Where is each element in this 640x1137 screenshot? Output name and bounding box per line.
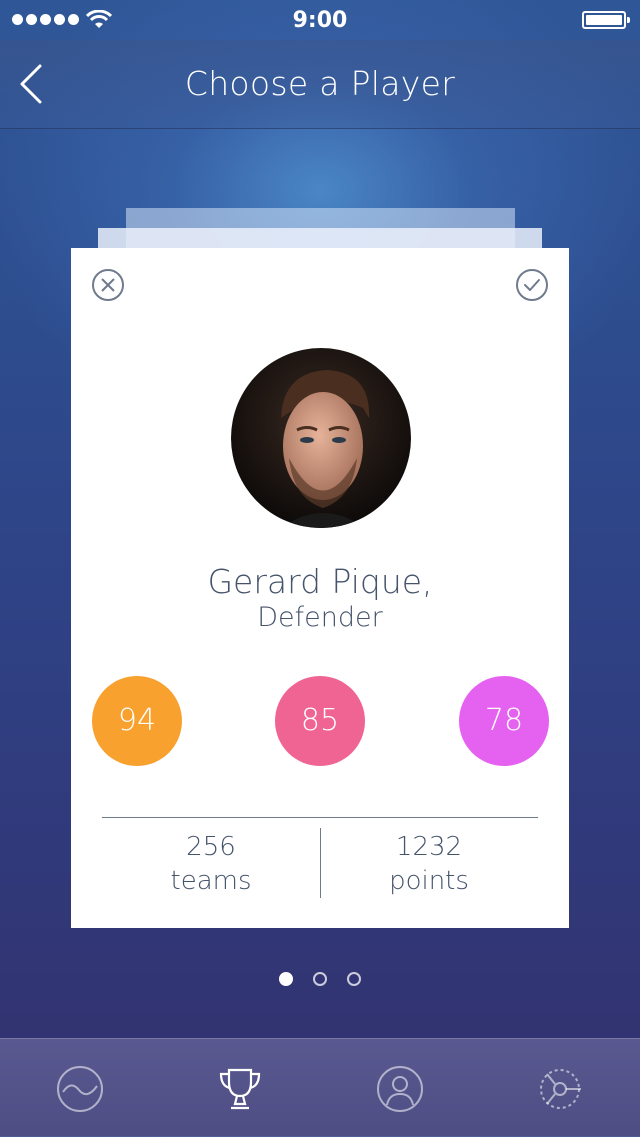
tab-profile[interactable] bbox=[370, 1059, 430, 1119]
stat-badge-orange: 94 bbox=[92, 676, 182, 766]
page-indicator bbox=[0, 972, 640, 986]
metric-points: 1232 points bbox=[329, 830, 529, 898]
profile-icon bbox=[377, 1066, 423, 1112]
metric-teams-label: teams bbox=[170, 866, 252, 896]
page-dot-3[interactable] bbox=[347, 972, 361, 986]
player-avatar bbox=[231, 348, 411, 528]
activity-wave-icon bbox=[57, 1066, 103, 1112]
player-name: Gerard Pique, bbox=[207, 562, 433, 601]
tab-trophy[interactable] bbox=[210, 1059, 270, 1119]
battery-icon bbox=[582, 11, 630, 29]
metric-teams: 256 teams bbox=[111, 830, 311, 898]
card-divider bbox=[102, 817, 538, 818]
status-bar: 9:00 bbox=[0, 0, 640, 40]
close-circle-icon[interactable] bbox=[91, 268, 125, 302]
stat-badge-magenta: 78 bbox=[459, 676, 549, 766]
metric-points-label: points bbox=[389, 866, 469, 896]
metric-points-value: 1232 bbox=[395, 832, 463, 862]
navigation-bar: Choose a Player bbox=[0, 40, 640, 129]
trophy-icon bbox=[219, 1068, 261, 1110]
check-circle-icon[interactable] bbox=[515, 268, 549, 302]
tab-settings[interactable] bbox=[530, 1059, 590, 1119]
tab-bar bbox=[0, 1038, 640, 1137]
status-time: 9:00 bbox=[292, 8, 348, 33]
player-card[interactable]: Gerard Pique, Defender 94 85 78 256 team… bbox=[71, 248, 569, 928]
player-position: Defender bbox=[257, 602, 383, 633]
page-dot-1[interactable] bbox=[279, 972, 293, 986]
metric-teams-value: 256 bbox=[186, 832, 236, 862]
page-dot-2[interactable] bbox=[313, 972, 327, 986]
page-title: Choose a Player bbox=[184, 64, 456, 103]
settings-dial-icon bbox=[540, 1069, 581, 1109]
tab-activity[interactable] bbox=[50, 1059, 110, 1119]
stat-badge-pink: 85 bbox=[275, 676, 365, 766]
metric-separator bbox=[320, 828, 321, 898]
